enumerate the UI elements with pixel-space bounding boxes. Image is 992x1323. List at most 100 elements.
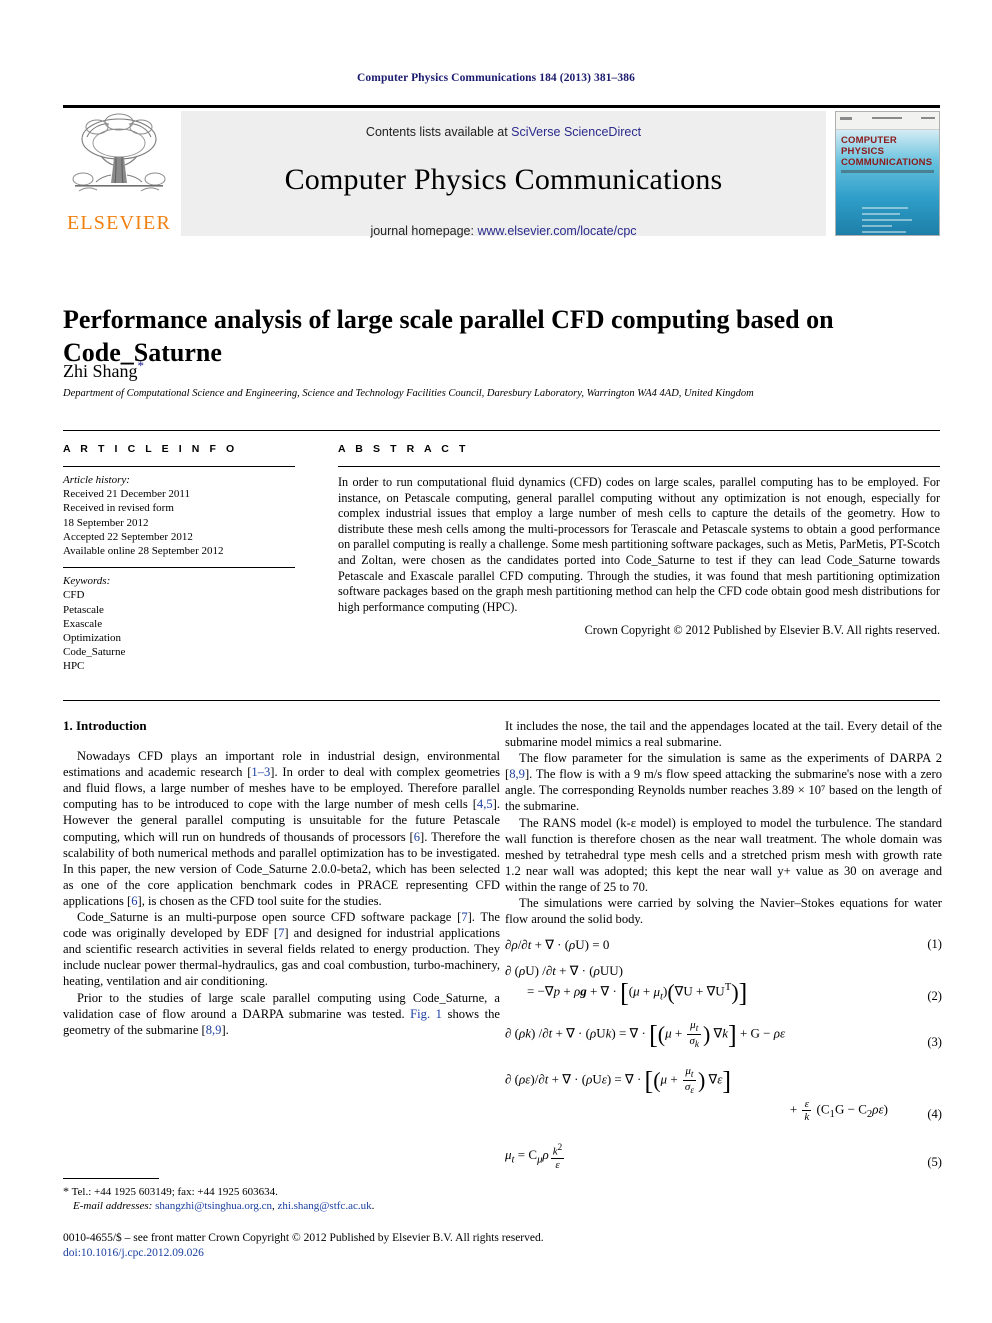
article-info-heading: A R T I C L E I N F O	[63, 443, 238, 455]
equation-5: μt = Cμρ k2 ε (5)	[505, 1141, 942, 1171]
email-label: E-mail addresses:	[73, 1200, 153, 1212]
cover-strip-bar	[840, 117, 852, 120]
keyword-item: Optimization	[63, 632, 122, 645]
footnote-marker: *	[63, 1184, 69, 1198]
equation-2: ∂ (ρU) /∂t + ∇ · (ρUU) = −∇p + ρg + ∇ · …	[505, 962, 942, 1008]
citation-link[interactable]: 6	[131, 894, 137, 908]
journal-banner: Contents lists available at SciVerse Sci…	[181, 111, 826, 238]
keyword-item: Petascale	[63, 603, 104, 616]
divider	[63, 567, 295, 569]
footnote: * Tel.: +44 1925 603149; fax: +44 1925 6…	[63, 1184, 500, 1213]
divider-top	[63, 430, 940, 431]
column-left: 1. Introduction Nowadays CFD plays an im…	[63, 718, 500, 1038]
cover-subtitle-rule	[841, 170, 934, 173]
journal-masthead: ELSEVIER Contents lists available at Sci…	[63, 105, 940, 238]
equation-3: ∂ (ρk) /∂t + ∇ · (ρUk) = ∇ · [(μ + μt σk)…	[505, 1019, 942, 1050]
history-label: Article history:	[63, 474, 130, 486]
doi-line: doi:10.1016/j.cpc.2012.09.026	[63, 1246, 204, 1259]
divider	[338, 466, 940, 467]
keyword-item: HPC	[63, 660, 85, 673]
equation-3-body: ∂ (ρk) /∂t + ∇ · (ρUk) = ∇ · [(μ + μt σk)…	[505, 1019, 786, 1050]
citation-link[interactable]: 4,5	[477, 797, 493, 811]
citation-link[interactable]: 1–3	[251, 765, 270, 779]
issn-line: 0010-4655/$ – see front matter Crown Cop…	[63, 1232, 544, 1244]
author-label: Zhi Shang	[63, 361, 138, 381]
affiliation: Department of Computational Science and …	[63, 388, 754, 399]
column-right: It includes the nose, the tail and the a…	[505, 718, 942, 1171]
running-head: Computer Physics Communications 184 (201…	[357, 72, 635, 84]
homepage-prefix: journal homepage:	[370, 224, 478, 238]
elsevier-logo: ELSEVIER	[63, 111, 175, 236]
cover-title-line1: COMPUTER PHYSICS	[841, 135, 897, 157]
keywords-block: Keywords: CFD Petascale Exascale Optimiz…	[63, 574, 295, 673]
abstract-text: In order to run computational fluid dyna…	[338, 475, 940, 614]
divider	[63, 466, 295, 467]
cover-strip-bar	[921, 117, 935, 119]
paragraph: The RANS model (k-ε model) is employed t…	[505, 815, 942, 894]
article-info-section: A R T I C L E I N F O Article history: R…	[63, 443, 295, 674]
article-history: Article history: Received 21 December 20…	[63, 473, 295, 558]
keyword-item: Exascale	[63, 617, 103, 630]
cover-decorative-lines	[836, 207, 939, 235]
journal-cover-thumbnail: COMPUTER PHYSICS COMMUNICATIONS	[835, 111, 940, 236]
corresponding-author-marker: *	[137, 358, 145, 373]
journal-homepage-link[interactable]: www.elsevier.com/locate/cpc	[477, 224, 636, 238]
email-link-1[interactable]: shangzhi@tsinghua.org.cn	[155, 1200, 272, 1212]
history-item: 18 September 2012	[63, 516, 149, 529]
cover-strip-bar	[872, 117, 902, 119]
paragraph: Prior to the studies of large scale para…	[63, 990, 500, 1037]
equation-1-number: (1)	[927, 937, 942, 952]
abstract-heading: A B S T R A C T	[338, 443, 469, 455]
equation-3-number: (3)	[927, 1034, 942, 1049]
paragraph: Nowadays CFD plays an important role in …	[63, 749, 501, 908]
paragraph: The flow parameter for the simulation is…	[505, 751, 942, 814]
citation-link[interactable]: 8,9	[509, 767, 525, 781]
divider-bottom	[63, 700, 940, 701]
abstract-section: A B S T R A C T In order to run computat…	[338, 443, 940, 638]
sciencedirect-link[interactable]: SciVerse ScienceDirect	[511, 125, 641, 139]
history-item: Available online 28 September 2012	[63, 545, 224, 558]
journal-title: Computer Physics Communications	[284, 163, 723, 196]
cover-header-strip	[836, 112, 939, 130]
history-item: Received 21 December 2011	[63, 488, 190, 501]
homepage-line: journal homepage: www.elsevier.com/locat…	[181, 224, 826, 238]
citation-link[interactable]: 6	[414, 830, 420, 844]
equation-4: ∂ (ρε)/∂t + ∇ · (ρUε) = ∇ · [(μ + μt σε) …	[505, 1065, 942, 1123]
section-heading-introduction: 1. Introduction	[63, 718, 147, 733]
citation-link[interactable]: 7	[461, 910, 467, 924]
paragraph: Code_Saturne is an multi-purpose open so…	[63, 910, 501, 989]
contents-line: Contents lists available at SciVerse Sci…	[181, 125, 826, 139]
page-footer: 0010-4655/$ – see front matter Crown Cop…	[63, 1231, 940, 1260]
equation-1: ∂ρ/∂t + ∇ · (ρU) = 0 (1)	[505, 936, 942, 953]
email-terminator: .	[371, 1200, 375, 1212]
equation-4-line1: ∂ (ρε)/∂t + ∇ · (ρUε) = ∇ · [(μ + μt σε) …	[505, 1064, 732, 1096]
footnote-tel: Tel.: +44 1925 603149; fax: +44 1925 603…	[71, 1186, 278, 1198]
email-link-2[interactable]: zhi.shang@stfc.ac.uk	[277, 1200, 371, 1212]
citation-link[interactable]: Fig. 1	[410, 1007, 442, 1021]
contents-prefix: Contents lists available at	[365, 125, 512, 139]
keywords-label: Keywords:	[63, 575, 111, 588]
citation-link[interactable]: 8,9	[206, 1023, 222, 1037]
paper-page: Computer Physics Communications 184 (201…	[0, 0, 992, 1323]
elsevier-tree-icon	[72, 113, 166, 192]
equation-5-number: (5)	[927, 1154, 942, 1169]
history-item: Accepted 22 September 2012	[63, 530, 193, 543]
history-item: Received in revised form	[63, 502, 174, 515]
footnote-tel-line: * Tel.: +44 1925 603149; fax: +44 1925 6…	[63, 1184, 500, 1199]
equation-4-number: (4)	[927, 1106, 942, 1121]
citation-link[interactable]: 7	[278, 926, 284, 940]
author-name: Zhi Shang*	[63, 358, 144, 382]
paragraph: It includes the nose, the tail and the a…	[505, 719, 942, 750]
cover-title-line2: COMMUNICATIONS	[841, 157, 933, 168]
abstract-copyright: Crown Copyright © 2012 Published by Else…	[584, 623, 940, 638]
equation-2-number: (2)	[927, 989, 942, 1004]
elsevier-wordmark: ELSEVIER	[66, 212, 172, 234]
equation-5-body: μt = Cμρ k2 ε	[505, 1141, 565, 1171]
keyword-item: Code_Saturne	[63, 646, 126, 659]
page-title: Performance analysis of large scale para…	[63, 305, 834, 368]
keyword-item: CFD	[63, 589, 85, 602]
equation-2-line2: = −∇p + ρg + ∇ · [(μ + μt)(∇U + ∇UT)]	[527, 978, 748, 1008]
paragraph: The simulations were carried by solving …	[505, 896, 942, 927]
equation-2-line1: ∂ (ρU) /∂t + ∇ · (ρUU)	[505, 963, 623, 979]
equation-4-line2: + εk (C1G − C2ρε)	[789, 1097, 888, 1123]
